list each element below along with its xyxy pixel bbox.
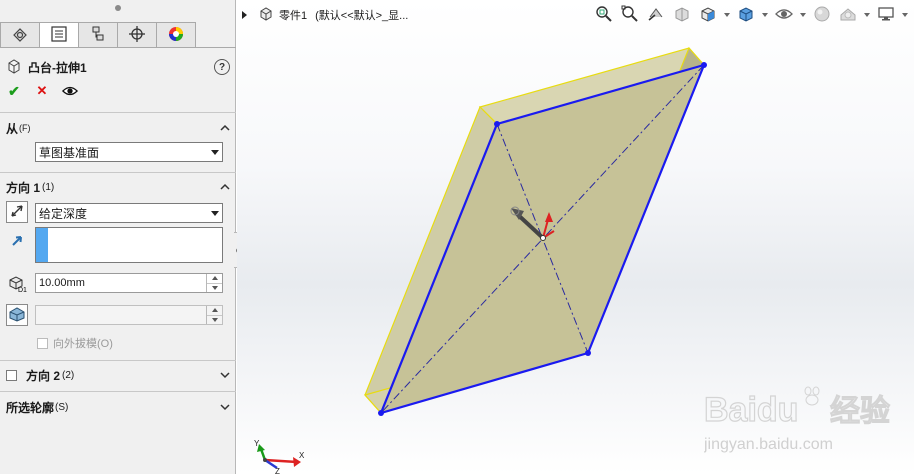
sketch-point[interactable] <box>378 410 384 416</box>
display-manager-icon <box>167 25 185 46</box>
end-condition-value: 给定深度 <box>39 206 88 221</box>
direction-vector-selection[interactable] <box>35 227 223 263</box>
graphics-area[interactable]: 零件1 (默认<<默认>_显... Y X Z Baidu 经验 jingyan… <box>237 0 914 474</box>
from-section-header[interactable]: 从 (F) <box>6 119 232 137</box>
feature-manager-icon <box>11 25 29 46</box>
direction-vector-icon <box>6 229 28 251</box>
draft-toggle-button[interactable] <box>6 304 28 326</box>
configuration-manager-icon <box>89 25 107 46</box>
depth-icon: D1 <box>6 272 28 294</box>
selected-contours-section-header[interactable]: 所选轮廓 (S) <box>6 398 232 416</box>
chevron-down-icon <box>211 149 219 155</box>
from-shortcut: (F) <box>19 123 31 133</box>
tab-configuration-manager[interactable] <box>78 22 118 47</box>
chevron-down-icon[interactable] <box>218 400 232 414</box>
draft-decrement-button[interactable] <box>207 316 222 325</box>
dimxpert-icon <box>128 25 146 46</box>
feature-title: 凸台-拉伸1 <box>28 60 87 75</box>
cancel-button[interactable]: ✕ <box>34 83 50 99</box>
sketch-point[interactable] <box>494 121 500 127</box>
triad-y-label: Y <box>254 439 260 448</box>
selection-active-stripe <box>36 228 48 262</box>
direction1-shortcut: (1) <box>42 181 55 193</box>
sketch-point[interactable] <box>585 350 591 356</box>
depth-value: 10.00mm <box>39 277 85 289</box>
draft-outward-checkbox[interactable] <box>37 337 48 349</box>
depth-input[interactable]: 10.00mm <box>35 273 223 293</box>
ok-button[interactable]: ✔ <box>6 83 22 99</box>
sketch-point[interactable] <box>701 62 707 68</box>
triad-x-label: X <box>299 451 305 460</box>
draft-angle-input[interactable] <box>35 305 223 325</box>
draft-outward-option[interactable]: 向外拔模(O) <box>37 335 113 351</box>
direction2-label: 方向 2 <box>26 368 61 383</box>
watermark-brand: Baidu <box>704 391 798 429</box>
direction2-checkbox[interactable] <box>6 369 17 381</box>
reference-triad[interactable]: Y X Z <box>254 439 305 474</box>
direction1-label: 方向 1 <box>6 180 41 195</box>
triad-z-label: Z <box>275 467 280 474</box>
direction2-section-header[interactable]: 方向 2 (2) <box>6 366 232 384</box>
chevron-down-icon[interactable] <box>218 368 232 382</box>
watermark-brand-cn: 经验 <box>830 394 890 429</box>
start-condition-value: 草图基准面 <box>39 145 100 160</box>
chevron-up-icon[interactable] <box>218 121 232 135</box>
paw-icon <box>804 386 820 406</box>
tab-display-manager[interactable] <box>156 22 196 47</box>
watermark-url: jingyan.baidu.com <box>704 436 833 453</box>
baidu-jingyan-watermark: Baidu 经验 jingyan.baidu.com <box>704 386 891 453</box>
from-label: 从 <box>6 121 19 136</box>
chevron-down-icon <box>211 210 219 216</box>
property-manager-icon <box>50 25 68 46</box>
chevron-up-icon[interactable] <box>218 180 232 194</box>
draft-increment-button[interactable] <box>207 306 222 316</box>
preview-eye-icon[interactable] <box>62 83 78 99</box>
action-buttons: ✔ ✕ <box>6 83 78 99</box>
selected-contours-shortcut: (S) <box>55 401 69 413</box>
tab-dimxpert[interactable] <box>117 22 157 47</box>
direction1-section-header[interactable]: 方向 1 (1) <box>6 178 232 196</box>
reverse-direction-icon <box>9 203 25 222</box>
panel-grip[interactable] <box>0 0 235 16</box>
direction2-shortcut: (2) <box>62 369 75 381</box>
manager-tabs <box>0 22 196 48</box>
svg-text:D1: D1 <box>18 287 27 293</box>
depth-decrement-button[interactable] <box>207 284 222 293</box>
property-manager-panel: 凸台-拉伸1 ? ✔ ✕ 从 (F) 草图基准面 方向 1 (1) 给定深度 D… <box>0 0 236 474</box>
end-condition-select[interactable]: 给定深度 <box>35 203 223 223</box>
depth-increment-button[interactable] <box>207 274 222 284</box>
help-button[interactable]: ? <box>214 59 230 75</box>
draft-icon <box>8 305 26 326</box>
tab-feature-manager[interactable] <box>0 22 40 47</box>
reverse-direction-button[interactable] <box>6 201 28 223</box>
start-condition-select[interactable]: 草图基准面 <box>35 142 223 162</box>
feature-title-bar: 凸台-拉伸1 ? <box>6 56 230 78</box>
tab-property-manager[interactable] <box>39 22 79 48</box>
draft-outward-label: 向外拔模(O) <box>53 338 113 350</box>
boss-extrude-icon <box>6 58 22 77</box>
selected-contours-label: 所选轮廓 <box>6 400 55 415</box>
